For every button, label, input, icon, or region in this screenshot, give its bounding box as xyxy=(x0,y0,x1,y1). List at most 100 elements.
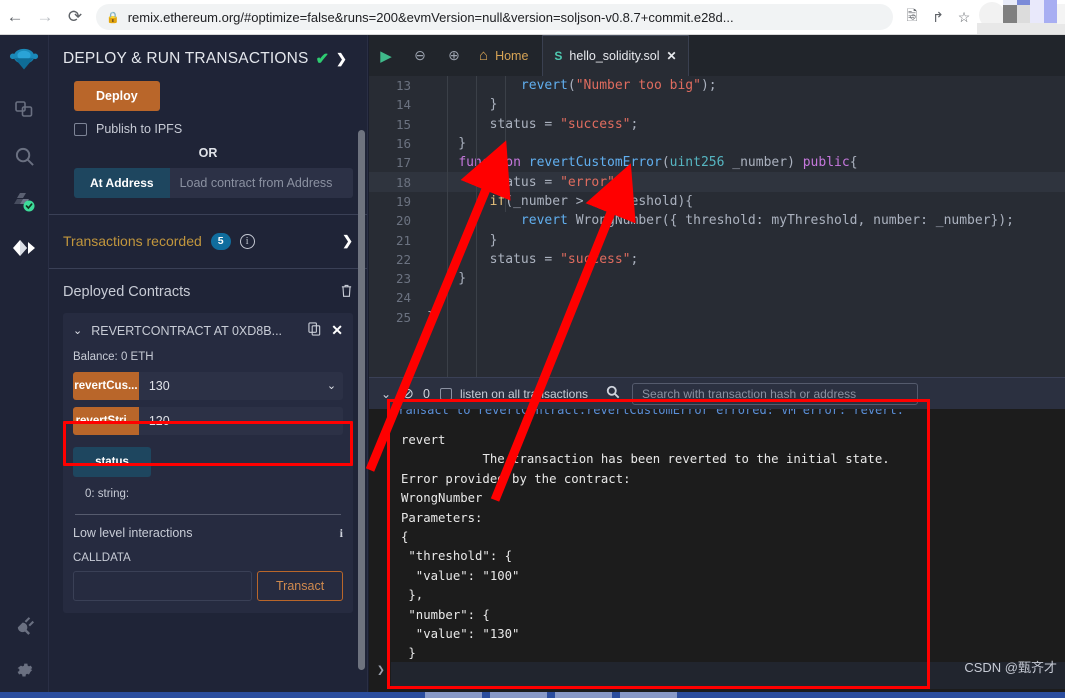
solidity-compiler-icon[interactable] xyxy=(0,179,49,225)
code-line: 16 } xyxy=(369,134,1065,153)
deploy-button[interactable]: Deploy xyxy=(74,81,160,111)
deployed-contract-card: ⌄ REVERTCONTRACT AT 0XD8B... ✕ Balance: … xyxy=(63,312,353,613)
search-input[interactable] xyxy=(632,382,919,405)
terminal-prompt-icon: ❯ xyxy=(377,663,385,678)
panel-scrollbar[interactable] xyxy=(358,130,365,670)
translate-icon[interactable]: 🗟 xyxy=(899,4,925,30)
close-icon[interactable]: ✕ xyxy=(331,322,343,339)
transactions-recorded-row[interactable]: Transactions recorded 5 i ❯ xyxy=(49,215,367,268)
tab-home[interactable]: ⌂ Home xyxy=(471,35,542,76)
publish-ipfs-label: Publish to IPFS xyxy=(96,122,183,136)
or-divider-label: OR xyxy=(198,146,218,160)
info-icon[interactable]: i xyxy=(239,233,255,249)
indent-guide xyxy=(505,76,506,212)
pending-transactions-count: 0 xyxy=(423,386,430,401)
panel-header: DEPLOY & RUN TRANSACTIONS ✔ ❯ xyxy=(49,35,367,81)
share-icon[interactable]: ↱ xyxy=(925,4,951,30)
trash-icon[interactable] xyxy=(340,283,353,301)
contract-balance: Balance: 0 ETH xyxy=(73,350,154,363)
code-lines: 13 revert("Number too big"); 14 } 15 statu… xyxy=(369,76,1065,327)
at-address-button[interactable]: At Address xyxy=(74,168,170,198)
chevron-down-icon[interactable]: ⌄ xyxy=(319,406,343,435)
home-icon: ⌂ xyxy=(479,47,489,64)
calldata-row: Transact xyxy=(73,570,344,601)
low-level-interactions-row: Low level interactions i xyxy=(73,526,343,541)
line-number: 17 xyxy=(395,155,411,171)
chevron-down-icon[interactable]: ⌄ xyxy=(73,324,82,337)
run-icon[interactable]: ▶ xyxy=(369,35,403,76)
code-line: 14 } xyxy=(369,95,1065,114)
line-number: 13 xyxy=(395,78,411,94)
code-text: status = "success"; xyxy=(427,116,639,132)
indent-guide xyxy=(476,76,477,377)
code-line: 22 status = "success"; xyxy=(369,250,1065,269)
search-icon[interactable] xyxy=(0,133,49,179)
address-bar[interactable]: 🔒 remix.ethereum.org/#optimize=false&run… xyxy=(96,4,893,30)
status-output: 0: string: xyxy=(85,487,130,500)
solidity-file-icon: S xyxy=(554,49,563,63)
os-taskbar xyxy=(0,692,1065,698)
chevron-right-icon[interactable]: ❯ xyxy=(336,51,347,67)
close-icon[interactable]: ✕ xyxy=(667,49,677,63)
code-text: } xyxy=(427,97,498,113)
listen-all-transactions-label: listen on all transactions xyxy=(459,386,589,401)
divider xyxy=(75,513,341,515)
publish-ipfs-checkbox[interactable] xyxy=(74,122,87,136)
at-address-row: At Address xyxy=(74,168,353,198)
tab-hello-solidity-sol[interactable]: S hello_solidity.sol ✕ xyxy=(542,35,689,76)
pixelated-profile-region xyxy=(977,0,1065,34)
line-number: 18 xyxy=(395,174,411,190)
settings-icon[interactable] xyxy=(0,646,49,694)
chevron-down-icon[interactable]: ⌄ xyxy=(375,387,397,401)
zoom-out-icon[interactable]: ⊖ xyxy=(403,35,437,76)
terminal-output[interactable]: transact to revertContract.revertCustomE… xyxy=(369,409,1065,694)
terminal-toolbar: ⌄ ⊘ 0 listen on all transactions xyxy=(369,377,1065,409)
code-text: } xyxy=(427,309,435,325)
line-number: 23 xyxy=(395,271,411,287)
status-button[interactable]: status xyxy=(73,446,151,477)
search-icon[interactable] xyxy=(606,385,620,402)
chevron-right-icon[interactable]: ❯ xyxy=(342,233,353,249)
revert-string-input[interactable] xyxy=(138,406,320,435)
forward-arrow-icon[interactable]: → xyxy=(30,2,60,32)
revert-string-button[interactable]: revertStri... xyxy=(73,406,139,435)
revert-log-text: revert The transaction has been reverted… xyxy=(401,433,890,694)
line-number: 24 xyxy=(395,290,411,306)
lock-icon: 🔒 xyxy=(106,11,120,24)
code-text: revert WrongNumber({ threshold: myThresh… xyxy=(520,213,1015,229)
contract-function-row: revertCus... ⌄ xyxy=(73,371,343,400)
publish-ipfs-row[interactable]: Publish to IPFS xyxy=(74,122,353,136)
contract-header[interactable]: ⌄ REVERTCONTRACT AT 0XD8B... ✕ xyxy=(73,322,343,340)
deploy-run-icon[interactable] xyxy=(0,225,49,271)
indent-guide xyxy=(447,76,448,377)
calldata-input[interactable] xyxy=(73,570,252,601)
reload-icon[interactable]: ⟳ xyxy=(60,2,90,32)
star-icon[interactable]: ☆ xyxy=(951,4,977,30)
transact-button[interactable]: Transact xyxy=(257,570,344,601)
copy-icon[interactable] xyxy=(308,322,322,340)
revert-custom-error-button[interactable]: revertCus... xyxy=(73,371,139,400)
line-number: 20 xyxy=(395,213,411,229)
calldata-label: CALLDATA xyxy=(73,551,131,564)
chevron-down-icon[interactable]: ⌄ xyxy=(319,371,343,400)
code-line: 15 status = "success"; xyxy=(369,115,1065,134)
deployed-contracts-label: Deployed Contracts xyxy=(63,283,191,300)
revert-custom-error-input[interactable] xyxy=(138,371,320,400)
contract-function-row: revertStri... ⌄ xyxy=(73,406,343,435)
code-text: revert("Number too big"); xyxy=(520,78,717,94)
code-editor[interactable]: 13 revert("Number too big"); 14 } 15 statu… xyxy=(369,76,1065,377)
at-address-input[interactable] xyxy=(169,168,353,198)
code-line: 21 } xyxy=(369,230,1065,249)
remix-logo-icon[interactable] xyxy=(0,35,49,87)
tab-home-label: Home xyxy=(495,48,529,63)
listen-all-transactions-checkbox[interactable] xyxy=(439,387,452,400)
code-line: 23 } xyxy=(369,269,1065,288)
file-explorer-icon[interactable] xyxy=(0,87,49,133)
clear-console-icon[interactable]: ⊘ xyxy=(397,385,419,402)
info-icon[interactable]: i xyxy=(340,526,343,541)
plugin-manager-icon[interactable] xyxy=(0,604,49,646)
browser-toolbar: ← → ⟳ 🔒 remix.ethereum.org/#optimize=fal… xyxy=(0,0,1065,35)
code-text: function revertCustomError(uint256 _numb… xyxy=(458,155,858,171)
zoom-in-icon[interactable]: ⊕ xyxy=(437,35,471,76)
back-arrow-icon[interactable]: ← xyxy=(0,2,30,32)
